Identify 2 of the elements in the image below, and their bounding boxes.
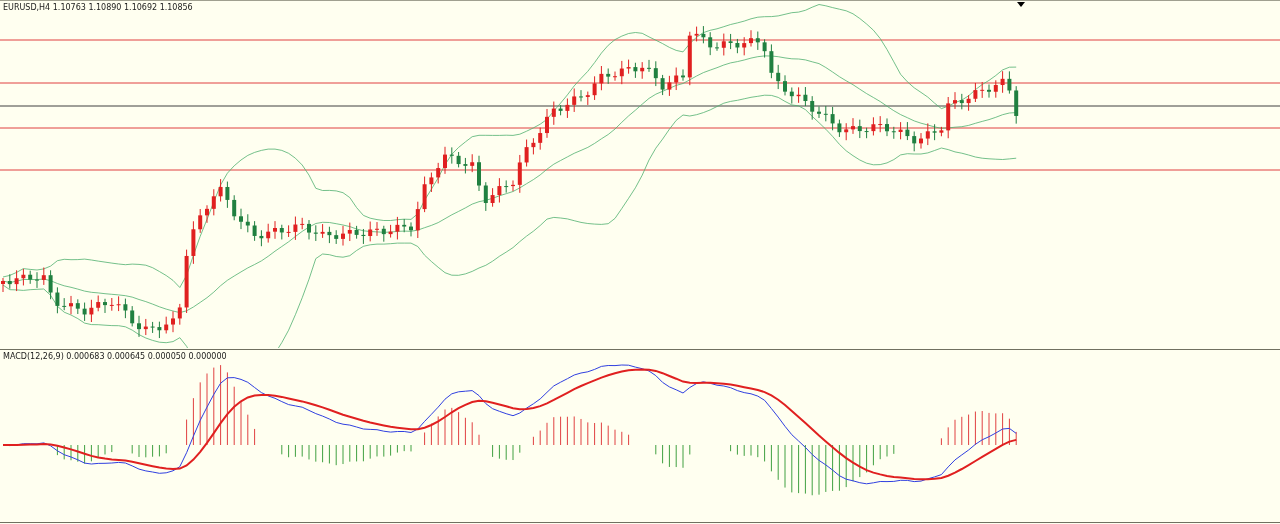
macd-label: MACD(12,26,9) 0.000683 0.000645 0.000050 0.000000 xyxy=(3,352,227,361)
symbol-price-label: EURUSD,H4 1.10763 1.10890 1.10692 1.10856 xyxy=(3,3,193,12)
